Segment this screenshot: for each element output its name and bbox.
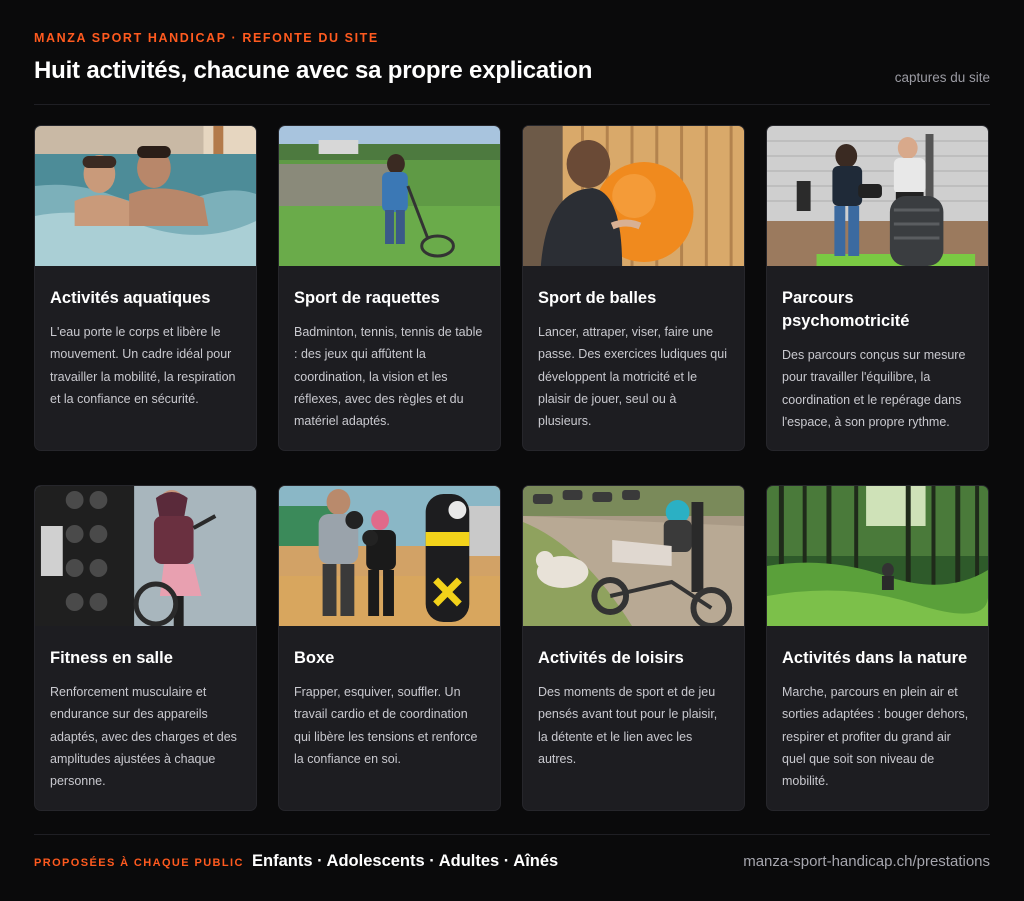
forest-photo [767, 486, 988, 626]
footer-divider [34, 834, 990, 835]
card-description: Frapper, esquiver, souffler. Un travail … [294, 685, 478, 766]
card-description: Badminton, tennis, tennis de table : des… [294, 325, 483, 429]
card-description: Lancer, attraper, viser, faire une passe… [538, 325, 727, 429]
activity-card-leisure[interactable]: Activités de loisirs Des moments de spor… [522, 485, 745, 811]
activity-card-fitness[interactable]: Fitness en salle Renforcement musculaire… [34, 485, 257, 811]
obstacle-course-photo [767, 126, 988, 266]
activity-card-racket[interactable]: Sport de raquettes Badminton, tennis, te… [278, 125, 501, 451]
activity-card-nature[interactable]: Activités dans la nature Marche, parcour… [766, 485, 989, 811]
activity-card-boxing[interactable]: Boxe Frapper, esquiver, souffler. Un tra… [278, 485, 501, 811]
ball-photo [523, 126, 744, 266]
source-note: captures du site [894, 70, 990, 85]
card-title: Parcours psychomotricité [782, 289, 910, 330]
card-description: Marche, parcours en plein air et sorties… [782, 685, 969, 789]
audience-label: PROPOSÉES À CHAQUE PUBLIC [34, 857, 244, 869]
card-title: Fitness en salle [50, 649, 173, 667]
activity-card-ball[interactable]: Sport de balles Lancer, attraper, viser,… [522, 125, 745, 451]
leisure-photo [523, 486, 744, 626]
boxing-photo [279, 486, 500, 626]
card-description: Renforcement musculaire et endurance sur… [50, 685, 237, 789]
card-title: Sport de raquettes [294, 289, 440, 307]
activities-grid: Activités aquatiques L'eau porte le corp… [34, 125, 990, 811]
card-description: Des moments de sport et de jeu pensés av… [538, 685, 718, 766]
pool-photo [35, 126, 256, 266]
racket-photo [279, 126, 500, 266]
card-title: Activités aquatiques [50, 289, 211, 307]
card-title: Activités dans la nature [782, 649, 968, 667]
gym-photo [35, 486, 256, 626]
prestations-link[interactable]: manza-sport-handicap.ch/prestations [743, 853, 990, 870]
eyebrow-label: MANZA SPORT HANDICAP · REFONTE DU SITE [34, 31, 379, 45]
card-title: Sport de balles [538, 289, 657, 307]
activity-card-aquatic[interactable]: Activités aquatiques L'eau porte le corp… [34, 125, 257, 451]
card-description: Des parcours conçus sur mesure pour trav… [782, 348, 966, 429]
audience-list: Enfants · Adolescents · Adultes · Aînés [252, 852, 559, 870]
page-title: Huit activités, chacune avec sa propre e… [34, 57, 593, 84]
card-title: Boxe [294, 649, 335, 667]
card-description: L'eau porte le corps et libère le mouvem… [50, 325, 236, 406]
header-divider [34, 104, 990, 105]
card-title: Activités de loisirs [538, 649, 684, 667]
activity-card-psychomotor[interactable]: Parcours psychomotricité Des parcours co… [766, 125, 989, 451]
